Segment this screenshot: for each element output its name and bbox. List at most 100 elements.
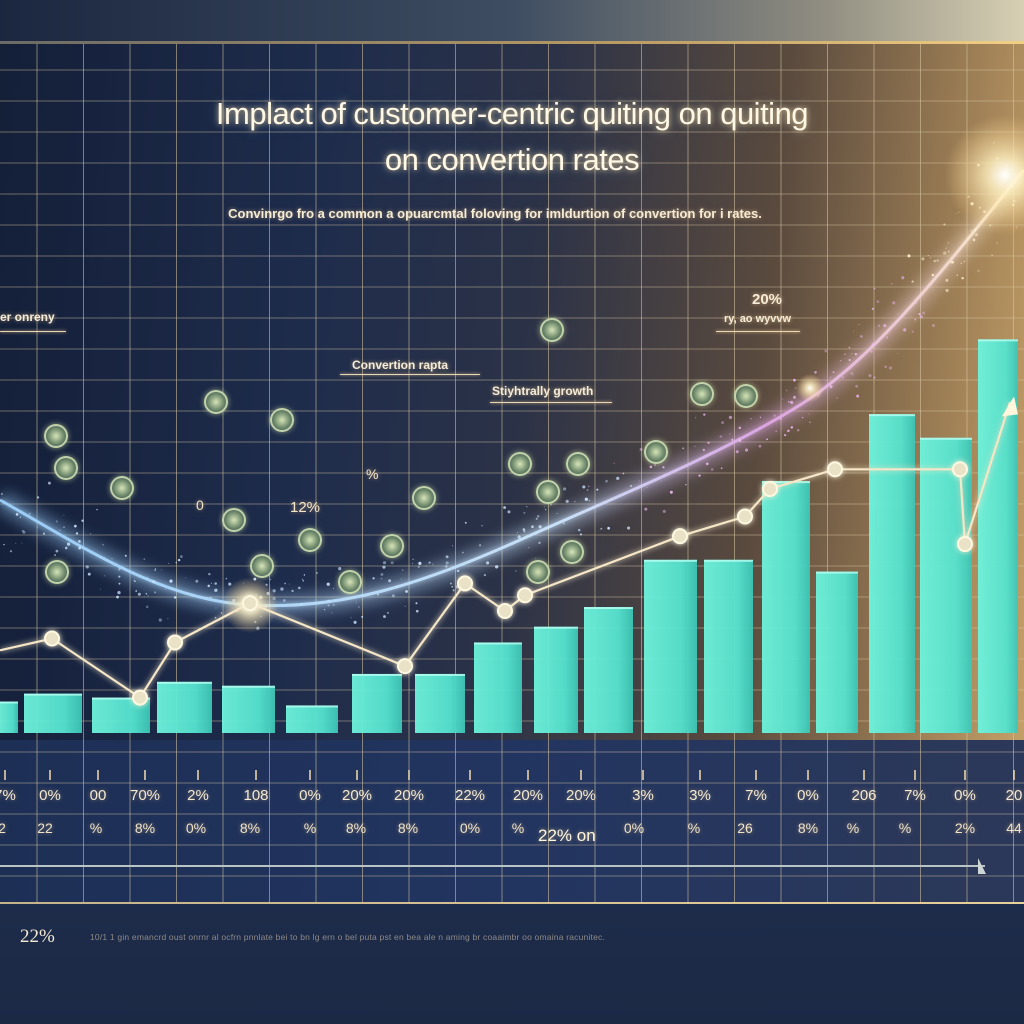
sparkle-dot: [702, 448, 706, 452]
sparkle-dot: [854, 353, 858, 356]
bar-top-highlight: [157, 681, 212, 684]
sparkle-dot: [892, 301, 896, 305]
sparkle-dot: [380, 577, 383, 580]
sparkle-dot: [145, 592, 148, 595]
sparkle-dot: [415, 609, 419, 613]
bar-top-highlight: [352, 673, 402, 676]
sparkle-dot: [919, 315, 923, 319]
sparkle-dot: [649, 465, 653, 469]
sparkle-dot: [220, 612, 223, 614]
floating-pct-12: 12%: [290, 499, 321, 516]
bar: [157, 681, 212, 733]
sparkle-dot: [154, 568, 157, 570]
sparkle-dot: [966, 237, 968, 240]
sparkle-dot: [871, 307, 874, 310]
sparkle-dot: [36, 496, 40, 499]
sparkle-dot: [596, 488, 599, 491]
sparkle-dot: [844, 353, 846, 356]
sparkle-dot: [841, 376, 845, 379]
sparkle-dot: [28, 512, 31, 515]
sparkle-dot: [698, 474, 701, 477]
sparkle-dot: [331, 612, 333, 614]
sparkle-dot: [63, 514, 65, 516]
sparkle-dot: [415, 602, 418, 605]
sparkle-dot: [75, 532, 79, 535]
bar: [584, 607, 633, 733]
x-tick-sublabel: 22: [37, 820, 53, 836]
bar: [24, 693, 82, 733]
sparkle-dot: [789, 400, 794, 405]
peak-annotation-underline: [716, 331, 800, 332]
sparkle-dot: [785, 389, 788, 392]
x-tick-sublabel: 8%: [397, 820, 419, 836]
coin-icon: [566, 452, 590, 476]
x-tick-sublabel: %: [303, 820, 317, 836]
sparkle-dot: [577, 528, 581, 532]
coin-icon: [270, 408, 294, 432]
sparkle-dot: [452, 545, 454, 547]
sparkle-dot: [885, 336, 889, 339]
sparkle-dot: [445, 555, 449, 559]
sparkle-dot: [316, 572, 318, 574]
sparkle-dot: [719, 435, 723, 438]
x-tick-label: 0%: [797, 787, 819, 804]
sparkle-dot: [143, 558, 146, 560]
x-tick-sublabel: %: [511, 820, 525, 836]
sparkle-dot: [55, 549, 59, 553]
sparkle-dot: [133, 579, 135, 582]
bar: [352, 673, 402, 733]
coin-icon: [44, 424, 68, 448]
x-tick-label: 20%: [565, 787, 597, 804]
sparkle-dot: [587, 485, 590, 488]
sparkle-dot: [63, 526, 65, 528]
sparkle-dot: [613, 462, 615, 465]
chart-title-line2: on convertion rates: [384, 142, 640, 177]
sparkle-dot: [918, 313, 921, 316]
x-tick-label: 7%: [904, 787, 926, 804]
sparkle-dot: [302, 579, 305, 582]
bar-top-highlight: [978, 339, 1018, 342]
sparkle-dot: [579, 533, 582, 536]
sparkle-dot: [931, 273, 935, 277]
sparkle-dot: [73, 524, 77, 528]
sparkle-dot: [854, 360, 856, 362]
sparkle-dot: [991, 254, 993, 256]
x-tick-sublabel: 44: [1006, 820, 1022, 836]
sparkle-dot: [3, 543, 5, 546]
sparkle-dot: [851, 353, 853, 355]
sparkle-dot: [977, 269, 980, 272]
line-point: [827, 461, 843, 478]
bar: [978, 339, 1018, 733]
sparkle-dot: [896, 313, 899, 315]
sparkle-dot: [214, 582, 217, 585]
sparkle-dot: [100, 588, 102, 590]
sparkle-dot: [927, 255, 929, 257]
line-point: [167, 634, 183, 651]
sparkle-dot: [208, 572, 211, 576]
bar: [222, 685, 275, 733]
sparkle-dot: [921, 311, 926, 315]
sparkle-dot: [425, 565, 427, 567]
sparkle-dot: [750, 417, 752, 420]
sparkle-dot: [54, 554, 56, 556]
line-point: [952, 461, 968, 478]
axis-center-label: 22% on: [538, 826, 596, 845]
sparkle-dot: [933, 259, 936, 263]
sparkle-dot: [333, 604, 335, 606]
sparkle-dot: [735, 450, 739, 454]
sparkle-dot: [808, 413, 810, 415]
sparkle-dot: [737, 437, 741, 441]
sparkle-dot: [538, 541, 541, 545]
sparkle-dot: [907, 254, 911, 258]
sparkle-dot: [0, 492, 4, 496]
coin-icon: [250, 554, 274, 578]
sparkle-dot: [173, 596, 177, 599]
sparkle-dot: [868, 374, 872, 378]
coin-icon: [644, 440, 668, 464]
chart-subtitle: Convinrgo fro a common a opuarcmtal folo…: [228, 206, 762, 221]
sparkle-dot: [154, 591, 157, 594]
coin-icon: [204, 390, 228, 414]
sparkle-dot: [523, 511, 526, 514]
sparkle-dot: [710, 467, 714, 472]
coin-icon: [380, 534, 404, 558]
